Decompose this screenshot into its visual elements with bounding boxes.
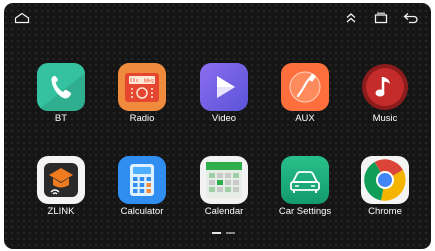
calendar-icon: [200, 156, 248, 204]
app-radio[interactable]: MHz Radio: [104, 63, 180, 143]
app-label: Calendar: [204, 206, 244, 217]
app-label: Car Settings: [278, 206, 332, 217]
phone-icon: [37, 63, 85, 111]
app-label: Chrome: [368, 206, 402, 217]
music-note-icon: [361, 63, 409, 111]
app-video[interactable]: Video: [186, 63, 262, 143]
app-label: BT: [54, 113, 68, 124]
play-icon: [200, 63, 248, 111]
app-label: AUX: [295, 113, 315, 124]
app-label: Music: [372, 113, 398, 124]
radio-icon: MHz: [118, 63, 166, 111]
app-aux[interactable]: AUX: [267, 63, 343, 143]
aux-cable-icon: [281, 63, 329, 111]
app-chrome[interactable]: Chrome: [347, 156, 423, 236]
back-icon[interactable]: [401, 9, 421, 27]
page-dot: [226, 232, 235, 234]
page-dot-active: [212, 232, 221, 234]
home-icon[interactable]: [12, 9, 32, 27]
app-calendar[interactable]: Calendar: [186, 156, 262, 236]
recent-apps-icon[interactable]: [371, 9, 391, 27]
app-zlink[interactable]: ZLINK: [23, 156, 99, 236]
home-screen: BT MHz Radio Video AUX Music ZLINK Calcu…: [4, 3, 431, 249]
status-bar: [4, 3, 431, 33]
app-music[interactable]: Music: [347, 63, 423, 143]
app-car-settings[interactable]: Car Settings: [267, 156, 343, 236]
expand-up-icon[interactable]: [341, 9, 361, 27]
app-bt[interactable]: BT: [23, 63, 99, 143]
page-indicator: [212, 232, 235, 236]
app-label: ZLINK: [47, 206, 75, 217]
app-label: Video: [211, 113, 237, 124]
app-label: Radio: [129, 113, 155, 124]
car-icon: [281, 156, 329, 204]
zlink-icon: [37, 156, 85, 204]
radio-mhz-text: MHz: [144, 79, 155, 85]
app-label: Calculator: [120, 206, 164, 217]
calculator-icon: [118, 156, 166, 204]
chrome-icon: [361, 156, 409, 204]
app-calculator[interactable]: Calculator: [104, 156, 180, 236]
